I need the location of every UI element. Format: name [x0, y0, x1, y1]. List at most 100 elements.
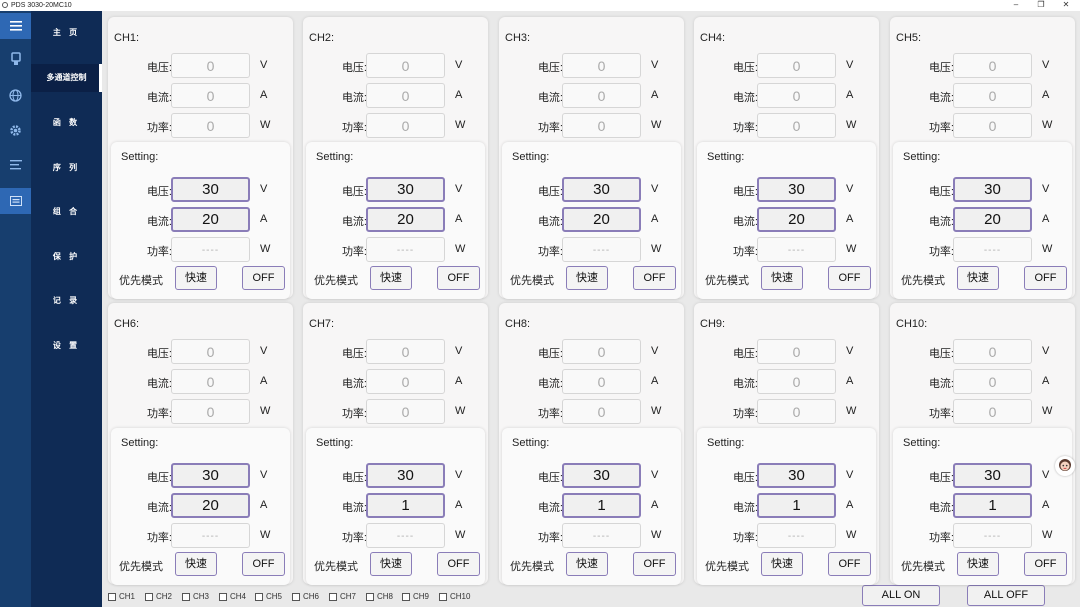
output-off-button[interactable]: OFF — [437, 266, 480, 290]
output-off-button[interactable]: OFF — [828, 552, 871, 576]
setting-voltage-input[interactable]: 30 — [366, 463, 445, 488]
setting-voltage-input[interactable]: 30 — [366, 177, 445, 202]
output-off-button[interactable]: OFF — [828, 266, 871, 290]
setting-current-input[interactable]: 1 — [953, 493, 1032, 518]
setting-current-input[interactable]: 20 — [953, 207, 1032, 232]
setting-voltage-input[interactable]: 30 — [562, 177, 641, 202]
setting-voltage-input[interactable]: 30 — [757, 463, 836, 488]
measure-label: 电压: — [537, 62, 563, 74]
setting-voltage-input[interactable]: 30 — [953, 177, 1032, 202]
fast-mode-button[interactable]: 快速 — [957, 266, 999, 290]
channel-checkbox[interactable]: CH1 — [108, 592, 135, 601]
output-off-button[interactable]: OFF — [633, 552, 676, 576]
channel-checkbox[interactable]: CH2 — [145, 592, 172, 601]
nav-item-7[interactable]: 记 录 — [31, 287, 102, 315]
globe-icon[interactable] — [0, 82, 31, 108]
setting-voltage-input[interactable]: 30 — [171, 177, 250, 202]
setting-power-input[interactable]: ---- — [757, 523, 836, 548]
fast-mode-button[interactable]: 快速 — [370, 266, 412, 290]
channel-checkbox[interactable]: CH6 — [292, 592, 319, 601]
setting-power-input[interactable]: ---- — [366, 523, 445, 548]
fast-mode-button[interactable]: 快速 — [175, 266, 217, 290]
setting-power-input[interactable]: ---- — [953, 523, 1032, 548]
checkbox-box[interactable] — [439, 592, 447, 601]
setting-current-input[interactable]: 20 — [366, 207, 445, 232]
fast-mode-button[interactable]: 快速 — [370, 552, 412, 576]
channel-checkbox[interactable]: CH10 — [439, 592, 470, 601]
setting-label: 功率: — [341, 246, 367, 258]
channel-checkbox[interactable]: CH3 — [182, 592, 209, 601]
nav-item-1[interactable]: 主 页 — [31, 19, 102, 47]
menu-icon[interactable] — [0, 13, 31, 39]
checkbox-box[interactable] — [292, 592, 300, 601]
checkbox-box[interactable] — [219, 592, 227, 601]
channel-checkbox[interactable]: CH8 — [366, 592, 393, 601]
setting-voltage-input[interactable]: 30 — [562, 463, 641, 488]
device-icon[interactable] — [0, 46, 31, 72]
setting-current-input[interactable]: 20 — [562, 207, 641, 232]
panel-icon[interactable] — [0, 188, 31, 214]
close-button[interactable]: ✕ — [1059, 0, 1073, 11]
fast-mode-button[interactable]: 快速 — [761, 266, 803, 290]
setting-current-input[interactable]: 1 — [562, 493, 641, 518]
list-icon[interactable] — [0, 152, 31, 178]
setting-panel: Setting: 电压: 30 V 电流: 20 A 功率: ---- W 优先模式 快速 OFF — [697, 142, 876, 299]
avatar[interactable] — [1055, 456, 1075, 476]
fast-mode-button[interactable]: 快速 — [566, 552, 608, 576]
output-off-button[interactable]: OFF — [242, 266, 285, 290]
fast-mode-button[interactable]: 快速 — [175, 552, 217, 576]
setting-voltage-input[interactable]: 30 — [953, 463, 1032, 488]
channel-checkbox[interactable]: CH9 — [402, 592, 429, 601]
fast-mode-button[interactable]: 快速 — [761, 552, 803, 576]
setting-power-input[interactable]: ---- — [757, 237, 836, 262]
measure-power-readout: 0 — [953, 399, 1032, 424]
gear-icon[interactable] — [0, 117, 31, 143]
channel-checkbox[interactable]: CH7 — [329, 592, 356, 601]
channel-title: CH2: — [309, 32, 335, 44]
setting-power-input[interactable]: ---- — [366, 237, 445, 262]
output-off-button[interactable]: OFF — [1024, 266, 1067, 290]
setting-power-input[interactable]: ---- — [562, 523, 641, 548]
output-off-button[interactable]: OFF — [437, 552, 480, 576]
checkbox-box[interactable] — [108, 592, 116, 601]
checkbox-box[interactable] — [402, 592, 410, 601]
nav-item-5[interactable]: 组 合 — [31, 198, 102, 226]
all-off-button[interactable]: ALL OFF — [967, 585, 1045, 606]
measure-row: 功率: 0 W — [303, 399, 488, 425]
channel-checkbox[interactable]: CH4 — [219, 592, 246, 601]
measure-current-readout: 0 — [366, 369, 445, 394]
setting-current-input[interactable]: 1 — [366, 493, 445, 518]
output-off-button[interactable]: OFF — [242, 552, 285, 576]
setting-current-input[interactable]: 20 — [171, 207, 250, 232]
checkbox-box[interactable] — [145, 592, 153, 601]
setting-current-input[interactable]: 20 — [171, 493, 250, 518]
output-off-button[interactable]: OFF — [633, 266, 676, 290]
fast-mode-button[interactable]: 快速 — [957, 552, 999, 576]
measure-label: 电流: — [537, 378, 563, 390]
setting-power-input[interactable]: ---- — [171, 237, 250, 262]
setting-label: 功率: — [146, 532, 172, 544]
nav-item-6[interactable]: 保 护 — [31, 243, 102, 271]
checkbox-box[interactable] — [255, 592, 263, 601]
nav-item-3[interactable]: 函 数 — [31, 109, 102, 137]
all-on-button[interactable]: ALL ON — [862, 585, 940, 606]
setting-current-input[interactable]: 20 — [757, 207, 836, 232]
nav-item-4[interactable]: 序 列 — [31, 154, 102, 182]
unit-label: V — [455, 469, 463, 481]
nav-item-8[interactable]: 设 置 — [31, 332, 102, 360]
setting-power-input[interactable]: ---- — [562, 237, 641, 262]
checkbox-box[interactable] — [329, 592, 337, 601]
fast-mode-button[interactable]: 快速 — [566, 266, 608, 290]
setting-voltage-input[interactable]: 30 — [757, 177, 836, 202]
setting-voltage-input[interactable]: 30 — [171, 463, 250, 488]
minimize-button[interactable]: – — [1009, 0, 1023, 11]
output-off-button[interactable]: OFF — [1024, 552, 1067, 576]
maximize-button[interactable]: ❐ — [1034, 0, 1048, 11]
checkbox-box[interactable] — [182, 592, 190, 601]
nav-item-2[interactable]: 多通道控制 — [31, 64, 102, 92]
setting-power-input[interactable]: ---- — [171, 523, 250, 548]
setting-power-input[interactable]: ---- — [953, 237, 1032, 262]
setting-current-input[interactable]: 1 — [757, 493, 836, 518]
checkbox-box[interactable] — [366, 592, 374, 601]
channel-checkbox[interactable]: CH5 — [255, 592, 282, 601]
